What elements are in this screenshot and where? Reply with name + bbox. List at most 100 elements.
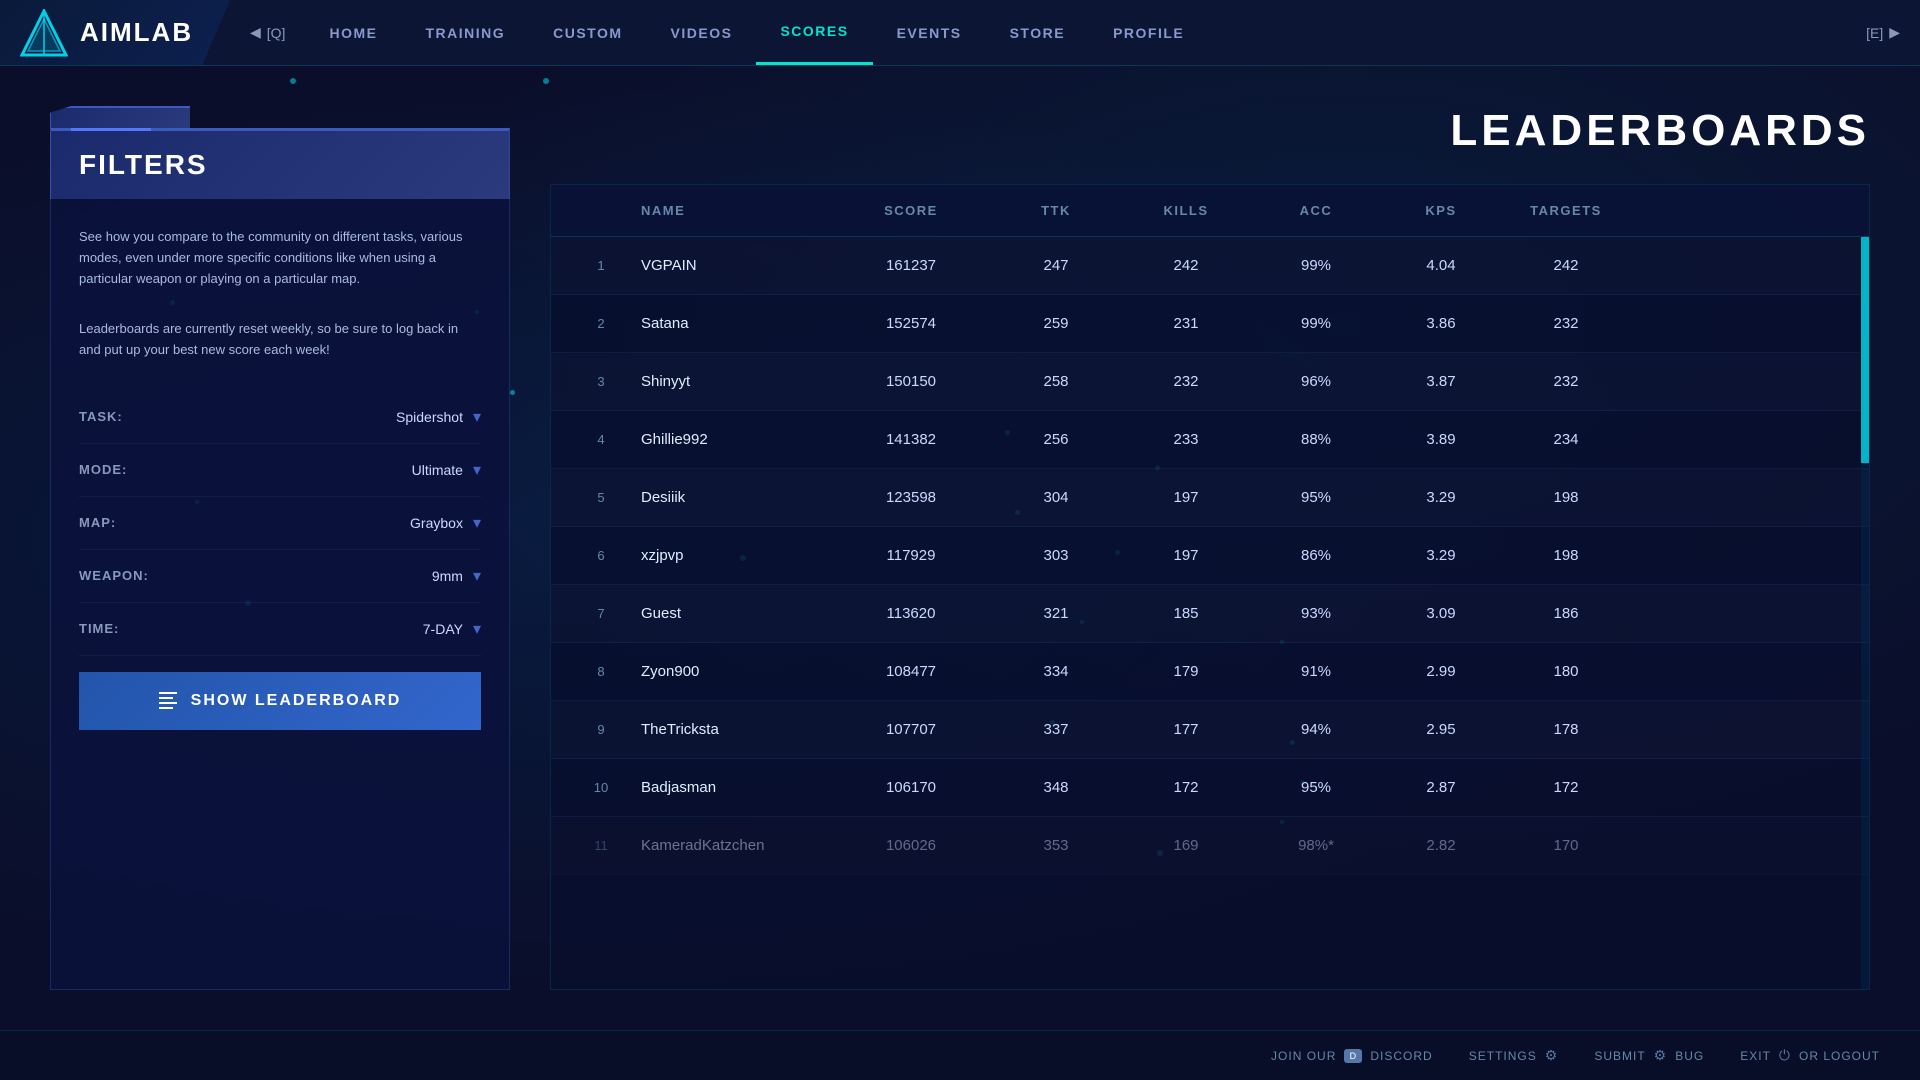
footer-settings[interactable]: SETTINGS ⚙	[1469, 1047, 1559, 1064]
table-cell-targets: 198	[1501, 473, 1631, 522]
table-cell-acc: 88%	[1251, 415, 1381, 464]
chevron-down-icon: ▾	[473, 619, 481, 639]
nav-item-profile[interactable]: PROFILE	[1089, 0, 1208, 65]
filter-row-mode[interactable]: MODE: Ultimate ▾	[79, 444, 481, 497]
table-cell-name: Badjasman	[631, 763, 831, 812]
filter-value[interactable]: Ultimate ▾	[412, 460, 481, 480]
table-cell-kps: 2.87	[1381, 763, 1501, 812]
table-cell-targets: 242	[1501, 241, 1631, 290]
table-cell-targets: 178	[1501, 705, 1631, 754]
table-cell-targets: 172	[1501, 763, 1631, 812]
filter-value[interactable]: Graybox ▾	[410, 513, 481, 533]
table-cell-ttk: 334	[991, 647, 1121, 696]
table-cell-score: 152574	[831, 299, 991, 348]
navigation: AIMLAB ◀ [Q] HOMETRAININGCUSTOMVIDEOSSCO…	[0, 0, 1920, 66]
filter-label: MAP:	[79, 515, 116, 530]
table-row[interactable]: 3Shinyyt15015025823296%3.87232	[551, 353, 1869, 411]
table-cell-kps: 2.99	[1381, 647, 1501, 696]
nav-item-store[interactable]: STORE	[986, 0, 1089, 65]
table-cell-kps: 3.29	[1381, 531, 1501, 580]
nav-item-events[interactable]: EVENTS	[873, 0, 986, 65]
table-cell-targets: 232	[1501, 299, 1631, 348]
table-cell-kps: 3.09	[1381, 589, 1501, 638]
scrollbar-thumb[interactable]	[1861, 237, 1869, 463]
table-cell-targets: 232	[1501, 357, 1631, 406]
table-cell-name: TheTricksta	[631, 705, 831, 754]
footer-exit[interactable]: EXIT ⏻ OR LOGOUT	[1740, 1047, 1880, 1064]
filter-value[interactable]: 9mm ▾	[432, 566, 481, 586]
table-cell-targets: 170	[1501, 821, 1631, 870]
table-cell-ttk: 258	[991, 357, 1121, 406]
logo-text: AIMLAB	[80, 17, 193, 48]
table-row[interactable]: 11KameradKatzchen10602635316998%*2.82170	[551, 817, 1869, 875]
footer-bug-label: SUBMIT	[1594, 1049, 1645, 1063]
chevron-down-icon: ▾	[473, 460, 481, 480]
filter-row-task[interactable]: TASK: Spidershot ▾	[79, 391, 481, 444]
filter-row-weapon[interactable]: WEAPON: 9mm ▾	[79, 550, 481, 603]
show-leaderboard-button[interactable]: SHOW LEADERBOARD	[79, 672, 481, 730]
table-header-KPS: KPS	[1381, 185, 1501, 236]
table-cell-ttk: 303	[991, 531, 1121, 580]
table-row[interactable]: 7Guest11362032118593%3.09186	[551, 585, 1869, 643]
filter-row-map[interactable]: MAP: Graybox ▾	[79, 497, 481, 550]
table-cell-score: 123598	[831, 473, 991, 522]
table-cell-name: Zyon900	[631, 647, 831, 696]
table-row[interactable]: 10Badjasman10617034817295%2.87172	[551, 759, 1869, 817]
table-cell-rank: 7	[571, 590, 631, 637]
power-icon: ⏻	[1779, 1047, 1791, 1064]
nav-item-scores[interactable]: SCORES	[756, 0, 872, 65]
table-header-SCORE: SCORE	[831, 185, 991, 236]
table-row[interactable]: 4Ghillie99214138225623388%3.89234	[551, 411, 1869, 469]
table-cell-targets: 180	[1501, 647, 1631, 696]
table-row[interactable]: 2Satana15257425923199%3.86232	[551, 295, 1869, 353]
table-cell-kills: 242	[1121, 241, 1251, 290]
chevron-down-icon: ▾	[473, 566, 481, 586]
filters-panel: FILTERS See how you compare to the commu…	[50, 106, 510, 990]
table-cell-kills: 179	[1121, 647, 1251, 696]
table-cell-ttk: 337	[991, 705, 1121, 754]
table-cell-acc: 99%	[1251, 299, 1381, 348]
table-cell-ttk: 256	[991, 415, 1121, 464]
filter-label: TIME:	[79, 621, 119, 636]
table-cell-acc: 93%	[1251, 589, 1381, 638]
footer-discord[interactable]: JOIN OUR d DISCORD	[1271, 1049, 1433, 1063]
bug-icon: ⚙	[1654, 1047, 1668, 1064]
table-cell-targets: 198	[1501, 531, 1631, 580]
table-cell-name: KameradKatzchen	[631, 821, 831, 870]
footer-discord-label: JOIN OUR	[1271, 1049, 1336, 1063]
table-row[interactable]: 5Desiiik12359830419795%3.29198	[551, 469, 1869, 527]
table-cell-score: 106170	[831, 763, 991, 812]
table-cell-rank: 4	[571, 416, 631, 463]
table-cell-name: Desiiik	[631, 473, 831, 522]
nav-item-training[interactable]: TRAINING	[401, 0, 529, 65]
table-row[interactable]: 6xzjpvp11792930319786%3.29198	[551, 527, 1869, 585]
filters-header: FILTERS	[50, 128, 510, 199]
filters-body: See how you compare to the community on …	[50, 199, 510, 990]
leaderboard-title: LEADERBOARDS	[550, 106, 1870, 156]
filter-value[interactable]: Spidershot ▾	[396, 407, 481, 427]
nav-prev-button[interactable]: ◀ [Q]	[230, 24, 305, 41]
nav-item-custom[interactable]: CUSTOM	[529, 0, 646, 65]
filter-value[interactable]: 7-DAY ▾	[423, 619, 481, 639]
nav-item-home[interactable]: HOME	[305, 0, 401, 65]
show-leaderboard-label: SHOW LEADERBOARD	[191, 692, 402, 710]
filter-row-time[interactable]: TIME: 7-DAY ▾	[79, 603, 481, 656]
table-cell-kills: 197	[1121, 473, 1251, 522]
table-row[interactable]: 8Zyon90010847733417991%2.99180	[551, 643, 1869, 701]
leaderboard-table: NAMESCORETTKKILLSACCKPSTARGETS 1VGPAIN16…	[550, 184, 1870, 990]
table-header-KILLS: KILLS	[1121, 185, 1251, 236]
nav-next-button[interactable]: [E] ▶	[1846, 24, 1920, 41]
table-cell-kills: 169	[1121, 821, 1251, 870]
table-cell-kills: 233	[1121, 415, 1251, 464]
nav-item-videos[interactable]: VIDEOS	[647, 0, 757, 65]
table-header-ACC: ACC	[1251, 185, 1381, 236]
scrollbar-track[interactable]	[1861, 237, 1869, 989]
table-cell-rank: 11	[571, 822, 631, 869]
table-row[interactable]: 9TheTricksta10770733717794%2.95178	[551, 701, 1869, 759]
settings-icon: ⚙	[1545, 1047, 1559, 1064]
table-cell-name: Shinyyt	[631, 357, 831, 406]
table-row[interactable]: 1VGPAIN16123724724299%4.04242	[551, 237, 1869, 295]
logo[interactable]: AIMLAB	[0, 0, 230, 65]
footer-bug[interactable]: SUBMIT ⚙ BUG	[1594, 1047, 1704, 1064]
table-cell-rank: 6	[571, 532, 631, 579]
